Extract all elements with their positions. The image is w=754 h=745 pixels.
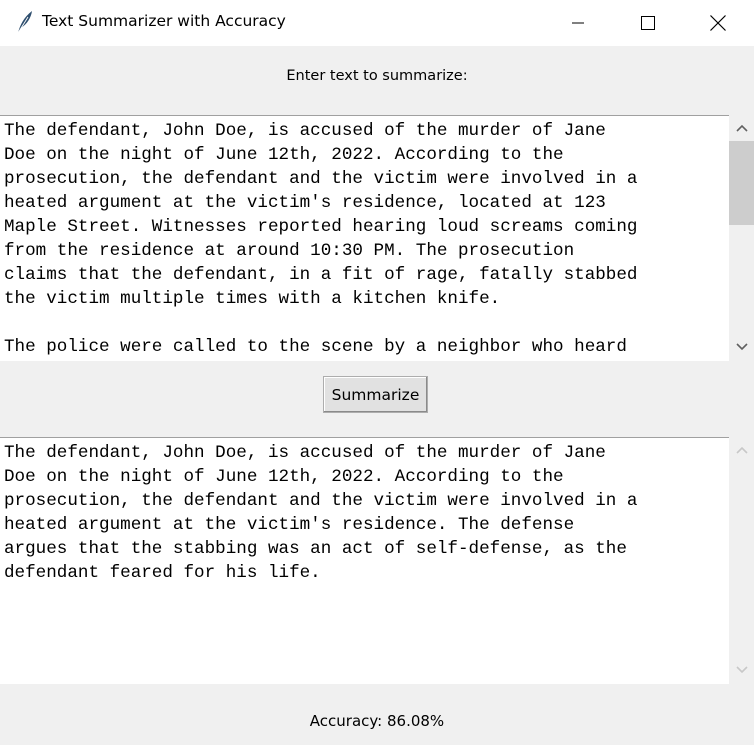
title-bar: Text Summarizer with Accuracy: [0, 0, 754, 46]
scroll-up-button[interactable]: [729, 441, 754, 459]
input-label: Enter text to summarize:: [286, 68, 468, 84]
input-textarea[interactable]: The defendant, John Doe, is accused of t…: [0, 115, 729, 361]
close-button[interactable]: [683, 0, 753, 46]
scroll-down-button[interactable]: [729, 661, 754, 679]
output-text: The defendant, John Doe, is accused of t…: [4, 443, 638, 583]
chevron-up-icon: [735, 446, 748, 454]
chevron-down-icon: [735, 343, 748, 351]
scroll-thumb[interactable]: [729, 141, 754, 225]
maximize-icon: [641, 16, 655, 30]
feather-icon: [17, 11, 32, 34]
maximize-button[interactable]: [613, 0, 683, 46]
input-text: The defendant, John Doe, is accused of t…: [4, 121, 638, 357]
scroll-up-button[interactable]: [729, 119, 754, 137]
accuracy-label: Accuracy: 86.08%: [309, 712, 445, 730]
close-icon: [710, 15, 726, 31]
output-scrollbar[interactable]: [729, 437, 754, 683]
scroll-down-button[interactable]: [729, 338, 754, 356]
window-title: Text Summarizer with Accuracy: [42, 12, 286, 30]
chevron-down-icon: [735, 666, 748, 674]
chevron-up-icon: [735, 124, 748, 132]
output-textarea[interactable]: The defendant, John Doe, is accused of t…: [0, 437, 729, 684]
input-scrollbar[interactable]: [729, 115, 754, 360]
summarize-button[interactable]: Summarize: [323, 376, 428, 413]
minimize-button[interactable]: [543, 0, 613, 46]
minimize-icon: [572, 22, 584, 24]
